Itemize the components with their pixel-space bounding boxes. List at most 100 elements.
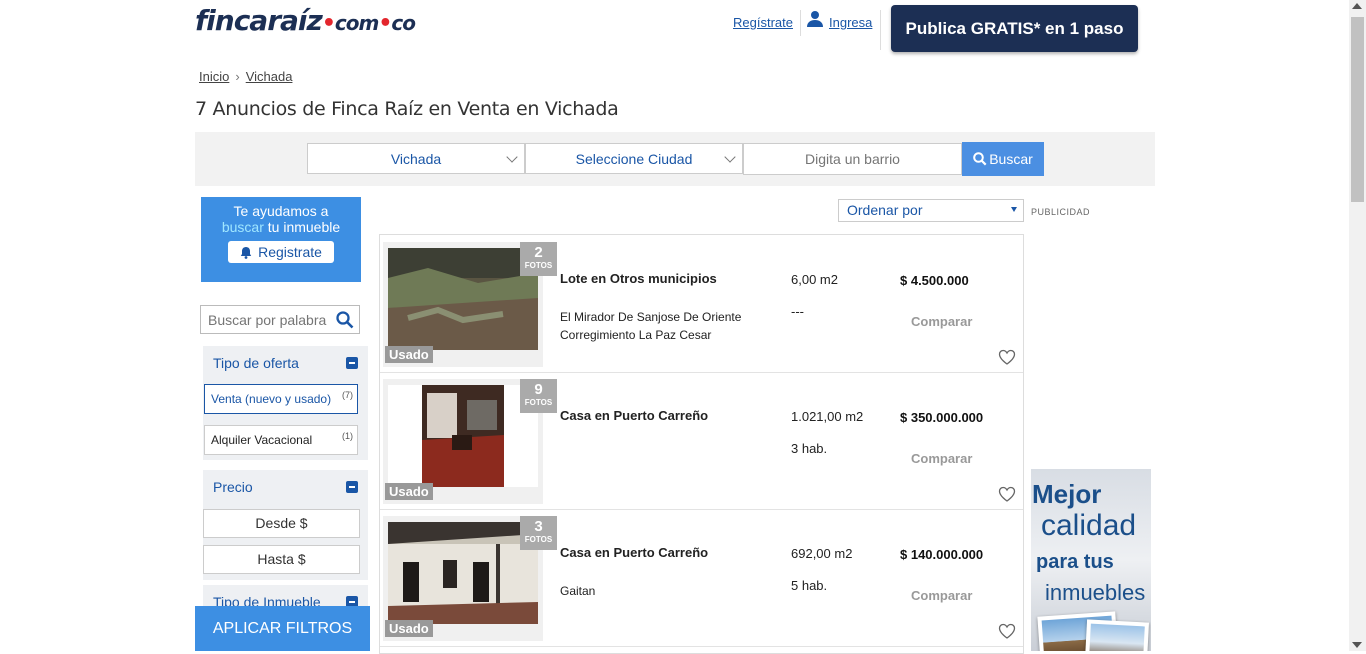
offer-option-label: Alquiler Vacacional xyxy=(211,433,313,447)
price-from-input[interactable]: Desde $ xyxy=(203,509,360,538)
listing-card[interactable]: 2 FOTOS Usado Lote en Otros municipios El… xyxy=(380,236,1023,373)
photo-count: 3 xyxy=(534,518,543,535)
price-header[interactable]: Precio xyxy=(203,470,368,504)
bell-icon xyxy=(240,246,252,259)
listing-photo-frame[interactable]: 2 FOTOS Usado xyxy=(383,242,557,367)
listing-title[interactable]: Casa en Puerto Carreño xyxy=(560,408,708,423)
logo-dot: • xyxy=(321,11,336,36)
scroll-down-arrow-icon[interactable] xyxy=(1352,642,1362,648)
compare-button[interactable]: Comparar xyxy=(911,451,972,466)
photo-count-label: FOTOS xyxy=(524,261,553,270)
photo-count: 9 xyxy=(534,381,543,398)
listing-title[interactable]: Casa en Puerto Carreño xyxy=(560,545,708,560)
help-register-label: Registrate xyxy=(258,244,322,260)
neighborhood-input[interactable] xyxy=(743,143,962,175)
advertising-label: PUBLICIDAD xyxy=(1031,207,1091,217)
photo-count-label: FOTOS xyxy=(524,398,553,407)
advertisement-banner[interactable]: Mejor calidad para tus inmuebles xyxy=(1031,469,1151,651)
offer-option-label: Venta (nuevo y usado) xyxy=(211,392,332,406)
city-select-value: Seleccione Ciudad xyxy=(575,151,693,167)
scrollbar-thumb[interactable] xyxy=(1351,17,1364,202)
breadcrumb-home[interactable]: Inicio xyxy=(199,69,229,84)
page-title: 7 Anuncios de Finca Raíz en Venta en Vic… xyxy=(195,98,619,120)
listing-rooms: 5 hab. xyxy=(791,578,828,593)
offer-option-venta[interactable]: Venta (nuevo y usado) (7) xyxy=(204,384,358,414)
listing-area: 692,00 m2 xyxy=(791,546,853,561)
logo-suffix-co: co xyxy=(391,11,416,35)
search-icon xyxy=(973,152,987,166)
department-select-value: Vichada xyxy=(390,151,442,167)
listing-card[interactable]: 9 FOTOS Usado Casa en Puerto Carreño 1.02… xyxy=(380,373,1023,510)
scroll-up-arrow-icon[interactable] xyxy=(1352,3,1362,9)
favorite-heart-icon[interactable] xyxy=(998,623,1016,639)
listing-area: 6,00 m2 xyxy=(791,272,838,287)
compare-button[interactable]: Comparar xyxy=(911,314,972,329)
compare-button[interactable]: Comparar xyxy=(911,588,972,603)
offer-option-count: (7) xyxy=(342,390,353,400)
search-help-box: Te ayudamos a buscar tu inmueble Registr… xyxy=(201,197,361,282)
ad-line1: Mejor xyxy=(1032,479,1102,509)
search-button-label: Buscar xyxy=(989,151,1033,167)
listing-price: $ 350.000.000 xyxy=(900,410,984,425)
sort-select-label: Ordenar por xyxy=(847,202,923,218)
listing-title[interactable]: Lote en Otros municipios xyxy=(560,271,717,286)
listing-price: $ 4.500.000 xyxy=(900,273,969,288)
ad-line2: calidad xyxy=(1041,509,1137,542)
help-line1: Te ayudamos a xyxy=(233,203,329,219)
department-select[interactable]: Vichada xyxy=(307,143,525,174)
listing-location: Gaitan xyxy=(560,584,596,598)
apply-filters-button[interactable]: APLICAR FILTROS xyxy=(195,606,370,651)
condition-badge: Usado xyxy=(385,483,433,500)
help-register-button[interactable]: Registrate xyxy=(228,241,334,263)
sort-select[interactable]: Ordenar por xyxy=(838,199,1024,222)
favorite-heart-icon[interactable] xyxy=(998,486,1016,502)
chevron-down-icon xyxy=(724,151,736,163)
breadcrumb-current[interactable]: Vichada xyxy=(246,69,293,84)
listing-photo-frame[interactable]: 3 FOTOS Usado xyxy=(383,516,557,641)
collapse-minus-icon[interactable] xyxy=(346,357,358,369)
breadcrumb: Inicio › Vichada xyxy=(199,69,292,84)
photo-count-badge: 9 FOTOS xyxy=(520,379,557,413)
ad-line3: para tus xyxy=(1036,551,1114,573)
header-divider xyxy=(880,10,881,50)
listing-rooms: 3 hab. xyxy=(791,441,828,456)
logo-dot: • xyxy=(378,11,392,36)
city-select[interactable]: Seleccione Ciudad xyxy=(525,143,743,174)
price-to-input[interactable]: Hasta $ xyxy=(203,545,360,574)
listing-photo-frame[interactable]: 9 FOTOS Usado xyxy=(383,379,557,504)
listing-rooms: --- xyxy=(791,304,804,319)
listing-photo xyxy=(388,522,538,624)
dropdown-triangle-icon xyxy=(1011,207,1017,212)
listing-photo xyxy=(422,385,504,487)
listing-card[interactable]: 3 FOTOS Usado Casa en Puerto Carreño Gait… xyxy=(380,510,1023,647)
price-title: Precio xyxy=(213,479,253,495)
search-icon[interactable] xyxy=(336,311,354,329)
ad-photo xyxy=(1084,619,1150,651)
listing-location: El Mirador De Sanjose De Oriente Corregi… xyxy=(560,310,742,342)
logo-main-text: fincaraíz xyxy=(195,4,323,37)
search-button[interactable]: Buscar xyxy=(962,142,1044,176)
offer-option-alquiler-vacacional[interactable]: Alquiler Vacacional (1) xyxy=(204,425,358,455)
listing-area: 1.021,00 m2 xyxy=(791,409,864,424)
condition-badge: Usado xyxy=(385,346,433,363)
user-icon xyxy=(807,11,823,27)
header-divider xyxy=(800,10,801,36)
offer-option-count: (1) xyxy=(342,431,353,441)
publish-free-button[interactable]: Publica GRATIS* en 1 paso xyxy=(891,5,1138,52)
logo-suffix-com: com xyxy=(334,11,379,35)
login-link[interactable]: Ingresa xyxy=(829,15,872,30)
favorite-heart-icon[interactable] xyxy=(998,349,1016,365)
listing-price: $ 140.000.000 xyxy=(900,547,984,562)
offer-type-header[interactable]: Tipo de oferta xyxy=(203,346,368,380)
help-line2-wrap: buscar tu inmueble xyxy=(201,219,361,235)
collapse-minus-icon[interactable] xyxy=(346,481,358,493)
photo-count-badge: 2 FOTOS xyxy=(520,242,557,276)
register-link[interactable]: Regístrate xyxy=(733,15,793,30)
photo-count: 2 xyxy=(534,244,543,261)
site-logo[interactable]: fincaraíz•com•co xyxy=(195,4,416,37)
breadcrumb-separator-icon: › xyxy=(235,69,240,84)
condition-badge: Usado xyxy=(385,620,433,637)
help-highlight: buscar xyxy=(221,219,264,235)
ad-line4: inmuebles xyxy=(1045,580,1146,605)
chevron-down-icon xyxy=(506,151,518,163)
